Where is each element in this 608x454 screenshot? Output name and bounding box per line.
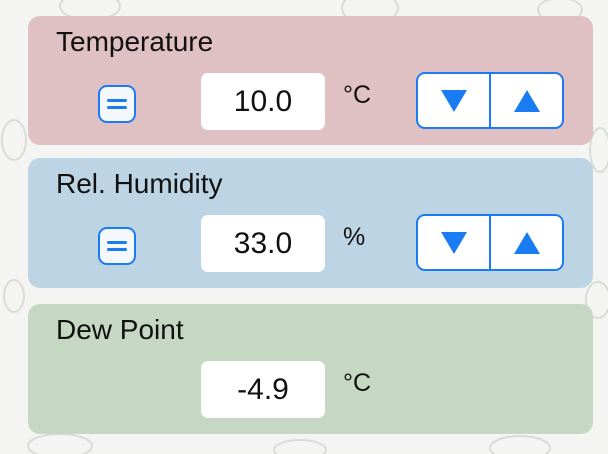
equals-icon: [107, 99, 127, 109]
temperature-increase-button[interactable]: [489, 74, 562, 127]
temperature-lock-button[interactable]: [98, 85, 136, 123]
temperature-title: Temperature: [56, 26, 214, 57]
temperature-stepper: [416, 72, 564, 129]
dew-point-panel: Dew Point -4.9 °C: [28, 304, 593, 434]
temperature-unit: °C: [343, 81, 372, 109]
triangle-up-icon: [513, 231, 540, 254]
humidity-title: Rel. Humidity: [56, 168, 223, 199]
dew-point-unit: °C: [343, 369, 372, 397]
humidity-unit: %: [343, 223, 366, 251]
humidity-panel: Rel. Humidity 33.0 %: [28, 158, 593, 288]
temperature-panel: Temperature 10.0 °C: [28, 16, 593, 145]
humidity-decrease-button[interactable]: [418, 216, 489, 269]
humidity-increase-button[interactable]: [489, 216, 562, 269]
equals-icon: [107, 241, 127, 251]
humidity-lock-button[interactable]: [98, 227, 136, 265]
temperature-value[interactable]: 10.0: [201, 73, 325, 130]
triangle-down-icon: [440, 231, 467, 254]
humidity-value[interactable]: 33.0: [201, 215, 325, 272]
humidity-stepper: [416, 214, 564, 271]
temperature-decrease-button[interactable]: [418, 74, 489, 127]
dew-point-title: Dew Point: [56, 314, 184, 345]
triangle-up-icon: [513, 89, 540, 112]
dew-point-value: -4.9: [201, 361, 325, 418]
triangle-down-icon: [440, 89, 467, 112]
